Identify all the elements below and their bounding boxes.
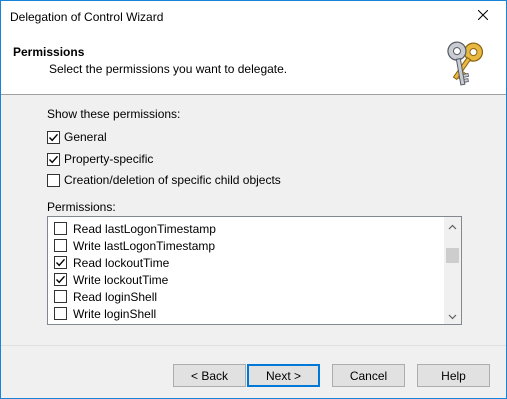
footer-divider — [1, 345, 506, 346]
close-button[interactable] — [460, 1, 506, 31]
list-item-checkbox[interactable] — [54, 222, 67, 235]
wizard-window: Delegation of Control Wizard Permissions… — [0, 0, 507, 399]
page-subtitle: Select the permissions you want to deleg… — [49, 62, 288, 76]
window-title: Delegation of Control Wizard — [10, 10, 164, 24]
wizard-header: Permissions Select the permissions you w… — [1, 31, 506, 95]
permissions-list-items: Read lastLogonTimestamp Write lastLogonT… — [48, 217, 444, 324]
list-item-label: Write lastLogonTimestamp — [73, 238, 216, 253]
scroll-down-button[interactable] — [444, 307, 461, 324]
permissions-list[interactable]: Read lastLogonTimestamp Write lastLogonT… — [47, 216, 462, 325]
list-item[interactable]: Read loginShell — [54, 288, 157, 305]
scroll-up-button[interactable] — [444, 217, 461, 234]
list-item-label: Write loginShell — [73, 306, 157, 321]
chevron-up-icon — [448, 219, 457, 233]
vertical-scrollbar[interactable] — [444, 217, 461, 324]
general-checkbox-label: General — [64, 130, 107, 144]
list-item-checkbox[interactable] — [54, 307, 67, 320]
property-specific-checkbox-row[interactable]: Property-specific — [47, 151, 153, 167]
list-item-label: Write lockoutTime — [73, 272, 169, 287]
property-specific-checkbox[interactable] — [47, 152, 60, 166]
list-item-label: Read lastLogonTimestamp — [73, 221, 216, 236]
cancel-button[interactable]: Cancel — [332, 364, 405, 387]
list-item-checkbox[interactable] — [54, 290, 67, 303]
title-bar[interactable]: Delegation of Control Wizard — [1, 1, 506, 31]
list-item-checkbox[interactable] — [54, 239, 67, 252]
list-item[interactable]: Read lockoutTime — [54, 254, 169, 271]
next-button[interactable]: Next > — [247, 364, 320, 387]
list-item[interactable]: Write lastLogonTimestamp — [54, 237, 215, 254]
close-icon — [477, 9, 489, 23]
list-item[interactable]: Write loginShell — [54, 305, 156, 322]
chevron-down-icon — [448, 309, 457, 323]
list-item-checkbox[interactable] — [54, 256, 67, 269]
property-specific-checkbox-label: Property-specific — [64, 152, 154, 166]
help-button[interactable]: Help — [417, 364, 490, 387]
child-objects-checkbox-row[interactable]: Creation/deletion of specific child obje… — [47, 172, 281, 188]
list-item[interactable]: Read lastLogonTimestamp — [54, 220, 216, 237]
general-checkbox[interactable] — [47, 130, 60, 144]
child-objects-checkbox-label: Creation/deletion of specific child obje… — [64, 173, 281, 187]
permissions-label: Permissions: — [47, 200, 116, 214]
child-objects-checkbox[interactable] — [47, 173, 60, 187]
page-title: Permissions — [13, 45, 85, 59]
scrollbar-thumb[interactable] — [446, 248, 459, 263]
show-permissions-label: Show these permissions: — [47, 107, 181, 121]
keys-icon — [440, 37, 494, 89]
list-item-label: Read loginShell — [73, 289, 158, 304]
list-item-label: Read lockoutTime — [73, 255, 170, 270]
general-checkbox-row[interactable]: General — [47, 129, 107, 145]
list-item-checkbox[interactable] — [54, 273, 67, 286]
list-item[interactable]: Write lockoutTime — [54, 271, 168, 288]
back-button[interactable]: < Back — [173, 364, 246, 387]
